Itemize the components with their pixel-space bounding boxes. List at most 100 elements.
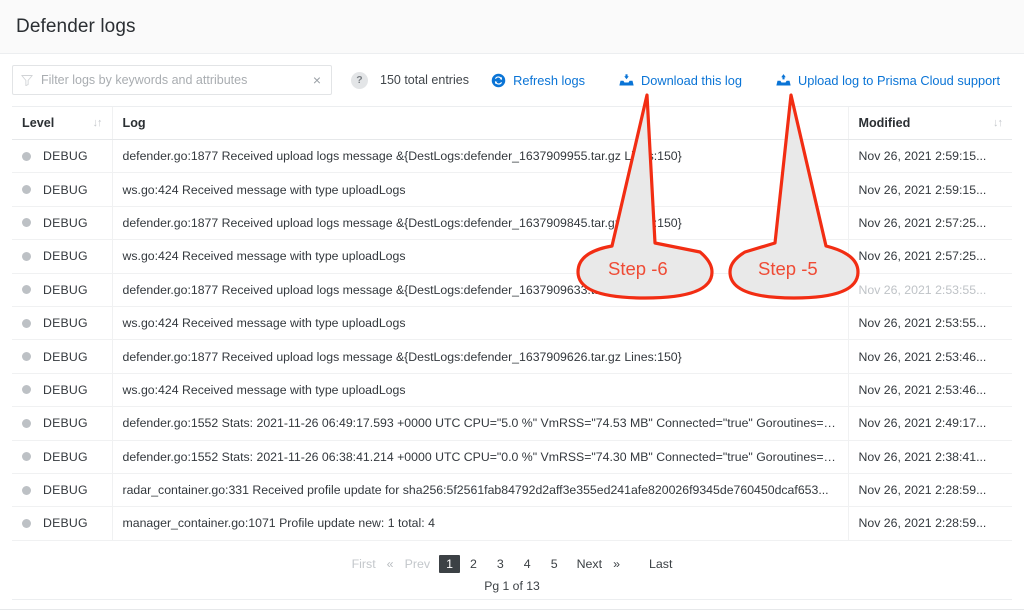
cell-modified: Nov 26, 2021 2:38:41... <box>848 440 1012 474</box>
callout-label-step-5: Step -5 <box>758 258 818 279</box>
table-row[interactable]: DEBUG defender.go:1552 Stats: 2021-11-26 … <box>12 440 1012 474</box>
refresh-logs-button[interactable]: Refresh logs <box>491 73 585 88</box>
upload-log-button[interactable]: Upload log to Prisma Cloud support <box>776 73 1000 88</box>
chevron-right-icon[interactable]: » <box>611 555 622 573</box>
cell-level: DEBUG <box>12 306 113 341</box>
pagination-status: Pg 1 of 13 <box>484 578 540 593</box>
pagination-page-1[interactable]: 1 <box>439 554 460 573</box>
modified-timestamp: Nov 26, 2021 2:53:55... <box>858 316 987 331</box>
level-label: DEBUG <box>43 282 88 297</box>
pagination-first[interactable]: First <box>343 555 385 573</box>
level-label: DEBUG <box>43 182 88 197</box>
cell-level: DEBUG <box>12 440 113 474</box>
modified-timestamp: Nov 26, 2021 2:28:59... <box>858 483 987 498</box>
status-dot <box>22 518 31 528</box>
cell-log: defender.go:1877 Received upload logs me… <box>112 339 849 374</box>
table-row[interactable]: DEBUG ws.go:424 Received message with typ… <box>12 172 1012 207</box>
column-header-log-label: Log <box>122 116 146 130</box>
pagination-page-5[interactable]: 5 <box>541 555 568 573</box>
log-message: defender.go:1877 Received upload logs me… <box>122 282 682 297</box>
level-label: DEBUG <box>43 416 88 431</box>
cell-level: DEBUG <box>12 339 113 374</box>
cell-log: ws.go:424 Received message with type upl… <box>112 239 849 274</box>
pagination-page-4[interactable]: 4 <box>514 555 541 573</box>
log-message: ws.go:424 Received message with type upl… <box>122 182 406 197</box>
refresh-logs-label: Refresh logs <box>513 72 585 88</box>
cell-log: defender.go:1877 Received upload logs me… <box>112 139 849 174</box>
download-icon <box>619 73 634 88</box>
cell-modified: Nov 26, 2021 2:53:46... <box>848 339 1012 374</box>
level-label: DEBUG <box>43 483 88 498</box>
cell-level: DEBUG <box>12 239 113 274</box>
table-row[interactable]: DEBUG ws.go:424 Received message with typ… <box>12 306 1012 341</box>
sort-icon-level[interactable]: ↓↑ <box>93 117 103 129</box>
status-dot <box>22 352 31 362</box>
table-row[interactable]: DEBUG defender.go:1877 Received upload lo… <box>12 139 1012 174</box>
cell-modified: Nov 26, 2021 2:57:25... <box>848 239 1012 274</box>
cell-level: DEBUG <box>12 172 113 207</box>
refresh-icon <box>491 73 506 88</box>
table-row[interactable]: DEBUG defender.go:1877 Received upload lo… <box>12 206 1012 241</box>
toolbar-actions: Refresh logs Download this log Upload lo… <box>491 73 1010 88</box>
help-icon[interactable]: ? <box>351 71 368 89</box>
pagination-numbers: 12345 <box>439 554 568 573</box>
modified-timestamp: Nov 26, 2021 2:28:59... <box>858 516 987 531</box>
search-input[interactable] <box>39 72 309 88</box>
table-row[interactable]: DEBUG defender.go:1877 Received upload lo… <box>12 339 1012 374</box>
log-message: ws.go:424 Received message with type upl… <box>122 249 406 264</box>
column-header-level[interactable]: Level ↓↑ <box>12 107 113 140</box>
pagination: First « Prev 12345 Next » Last <box>12 552 1012 576</box>
chevron-left-icon[interactable]: « <box>385 555 396 573</box>
cell-log: radar_container.go:331 Received profile … <box>112 473 849 508</box>
defender-logs-page: Defender logs × ? 150 total entries <box>0 0 1024 610</box>
column-header-log[interactable]: Log <box>112 107 849 140</box>
close-icon[interactable]: × <box>309 71 325 89</box>
log-message: defender.go:1552 Stats: 2021-11-26 06:38… <box>122 449 839 464</box>
cell-modified: Nov 26, 2021 2:57:25... <box>848 206 1012 241</box>
modified-timestamp: Nov 26, 2021 2:59:15... <box>858 149 987 164</box>
table-header: Level ↓↑ Log Modified ↓↑ <box>12 107 1012 140</box>
cell-log: defender.go:1552 Stats: 2021-11-26 06:49… <box>112 406 849 441</box>
modified-timestamp: Nov 26, 2021 2:53:46... <box>858 349 987 364</box>
filter-icon <box>21 74 33 86</box>
log-message: defender.go:1877 Received upload logs me… <box>122 149 682 164</box>
cell-modified: Nov 26, 2021 2:59:15... <box>848 139 1012 174</box>
level-label: DEBUG <box>43 316 88 331</box>
cell-modified: Nov 26, 2021 2:28:59... <box>848 473 1012 508</box>
filter-logs-box[interactable]: × <box>12 65 332 95</box>
status-dot <box>22 285 31 295</box>
pagination-prev[interactable]: Prev <box>396 555 439 573</box>
log-message: manager_container.go:1071 Profile update… <box>122 516 435 531</box>
cell-modified: Nov 26, 2021 2:28:59... <box>848 506 1012 541</box>
modified-timestamp: Nov 26, 2021 2:49:17... <box>858 416 987 431</box>
cell-modified: Nov 26, 2021 2:53:46... <box>848 373 1012 408</box>
column-header-modified[interactable]: Modified ↓↑ <box>848 107 1012 140</box>
table-row[interactable]: DEBUG ws.go:424 Received message with typ… <box>12 373 1012 408</box>
cell-level: DEBUG <box>12 506 113 541</box>
pagination-last[interactable]: Last <box>640 555 681 573</box>
cell-level: DEBUG <box>12 139 113 174</box>
table-row[interactable]: DEBUG radar_container.go:331 Received pro… <box>12 473 1012 508</box>
log-message: radar_container.go:331 Received profile … <box>122 483 829 498</box>
sort-icon-modified[interactable]: ↓↑ <box>993 117 1003 129</box>
download-log-label: Download this log <box>640 72 742 88</box>
modified-timestamp: Nov 26, 2021 2:53:55... <box>858 282 987 297</box>
table-row[interactable]: DEBUG defender.go:1877 Received upload lo… <box>12 273 1012 307</box>
pagination-page-2[interactable]: 2 <box>460 555 487 573</box>
table-row[interactable]: DEBUG defender.go:1552 Stats: 2021-11-26 … <box>12 406 1012 441</box>
upload-log-label: Upload log to Prisma Cloud support <box>797 72 1000 88</box>
pagination-page-3[interactable]: 3 <box>487 555 514 573</box>
modified-timestamp: Nov 26, 2021 2:53:46... <box>858 382 987 397</box>
table-row[interactable]: DEBUG ws.go:424 Received message with typ… <box>12 239 1012 274</box>
pagination-next[interactable]: Next <box>568 555 611 573</box>
level-label: DEBUG <box>43 149 88 164</box>
table-row[interactable]: DEBUG manager_container.go:1071 Profile u… <box>12 506 1012 541</box>
status-dot <box>22 485 31 495</box>
table-header-row: Level ↓↑ Log Modified ↓↑ <box>12 107 1012 140</box>
download-log-button[interactable]: Download this log <box>619 73 742 88</box>
level-label: DEBUG <box>43 516 88 531</box>
pagination-divider <box>12 598 1012 600</box>
level-label: DEBUG <box>43 215 88 230</box>
upload-icon <box>776 73 791 88</box>
cell-log: manager_container.go:1071 Profile update… <box>112 506 849 541</box>
